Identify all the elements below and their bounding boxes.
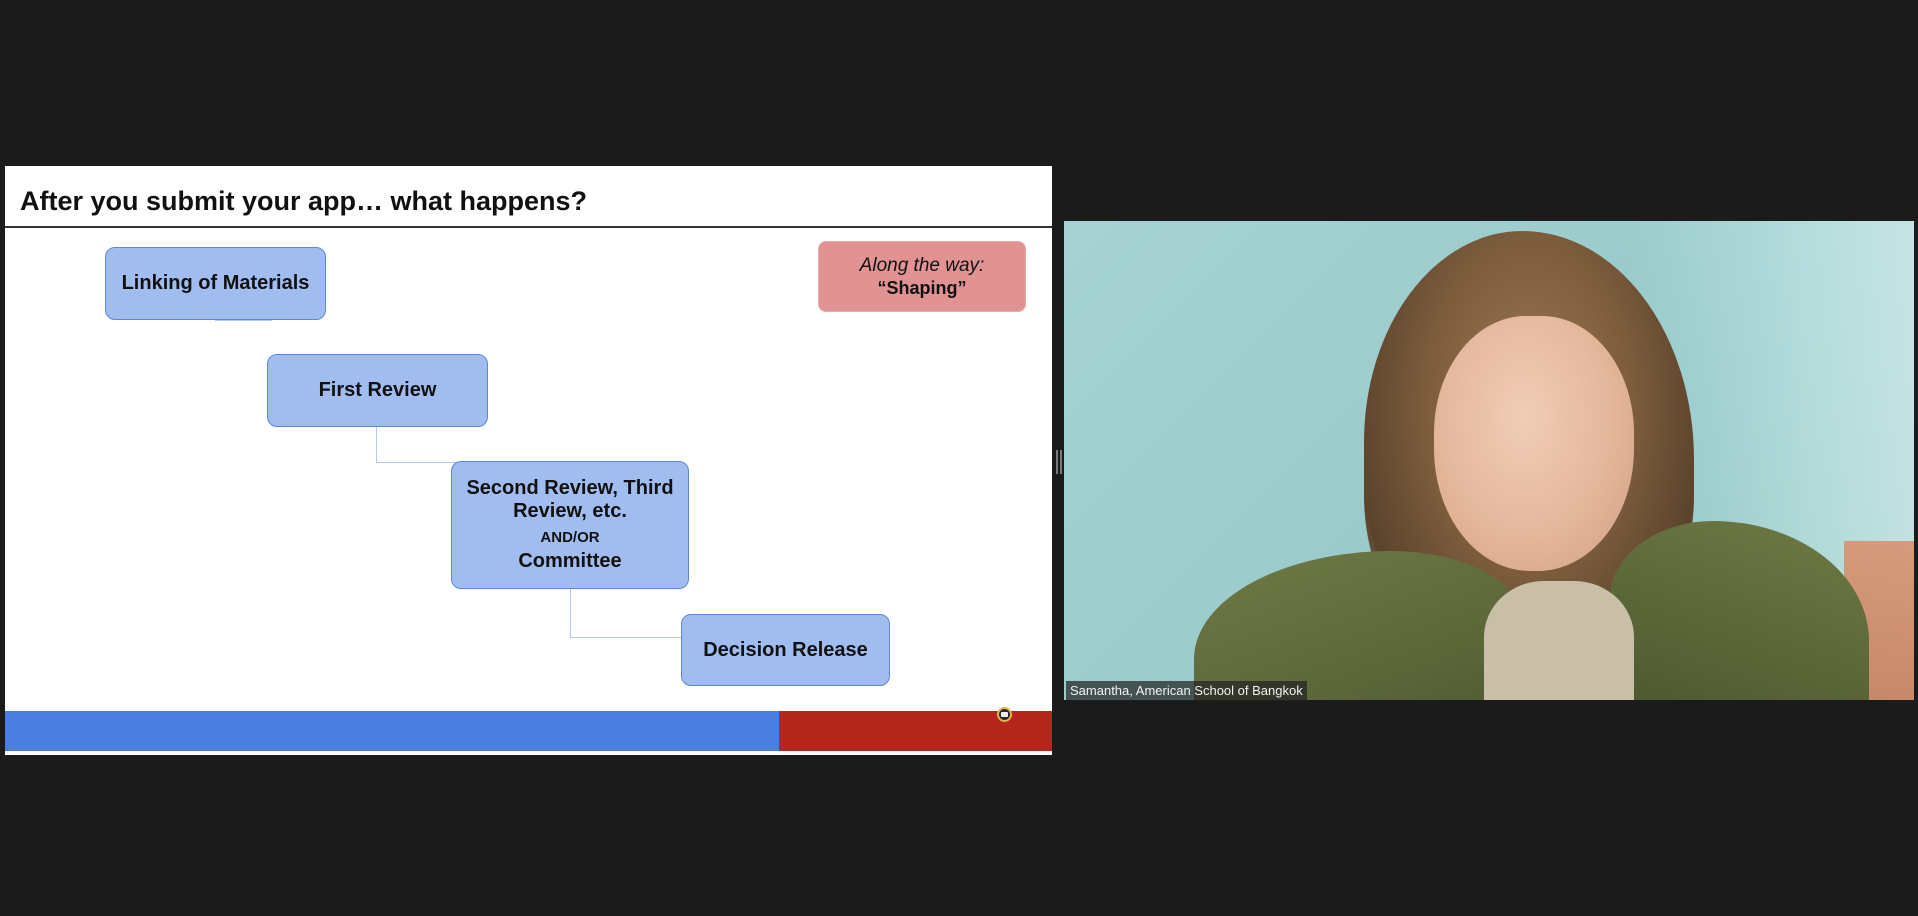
flow-node-decision-release: Decision Release <box>681 614 890 686</box>
connector-1-horizontal <box>215 320 272 321</box>
flow-node-label: First Review <box>318 379 437 401</box>
participant-shirt <box>1484 581 1634 700</box>
flow-node-second-review-committee: Second Review, Third Review, etc. AND/OR… <box>451 461 689 589</box>
connector-3-horizontal <box>570 637 687 638</box>
participant-video[interactable] <box>1064 221 1914 700</box>
flow-node-label: Linking of Materials <box>121 272 310 294</box>
participant-face <box>1434 316 1634 571</box>
connector-3-vertical <box>570 587 571 638</box>
shaping-note: Along the way: “Shaping” <box>818 241 1026 312</box>
flow-node-label-secondary: Committee <box>518 550 622 572</box>
participant-name-label: Samantha, American School of Bangkok <box>1066 681 1307 701</box>
slide-title: After you submit your app… what happens? <box>20 186 588 216</box>
screen-share-icon[interactable] <box>997 707 1012 722</box>
flow-node-label: Decision Release <box>703 638 868 661</box>
footer-bar-blue <box>5 711 779 751</box>
participant-jacket-left <box>1194 551 1524 700</box>
title-divider <box>5 226 1052 228</box>
note-line-1: Along the way: <box>859 254 985 276</box>
flow-node-label: Second Review, Third Review, etc. <box>466 477 674 522</box>
flow-node-connector-text: AND/OR <box>540 529 600 546</box>
meeting-stage: After you submit your app… what happens?… <box>0 0 1918 916</box>
connector-2-horizontal <box>376 462 456 463</box>
shared-slide: After you submit your app… what happens?… <box>5 166 1052 755</box>
flow-node-linking-materials: Linking of Materials <box>105 247 326 320</box>
note-line-2: “Shaping” <box>877 277 967 298</box>
flow-node-first-review: First Review <box>267 354 488 427</box>
panel-resize-handle[interactable] <box>1056 450 1062 474</box>
